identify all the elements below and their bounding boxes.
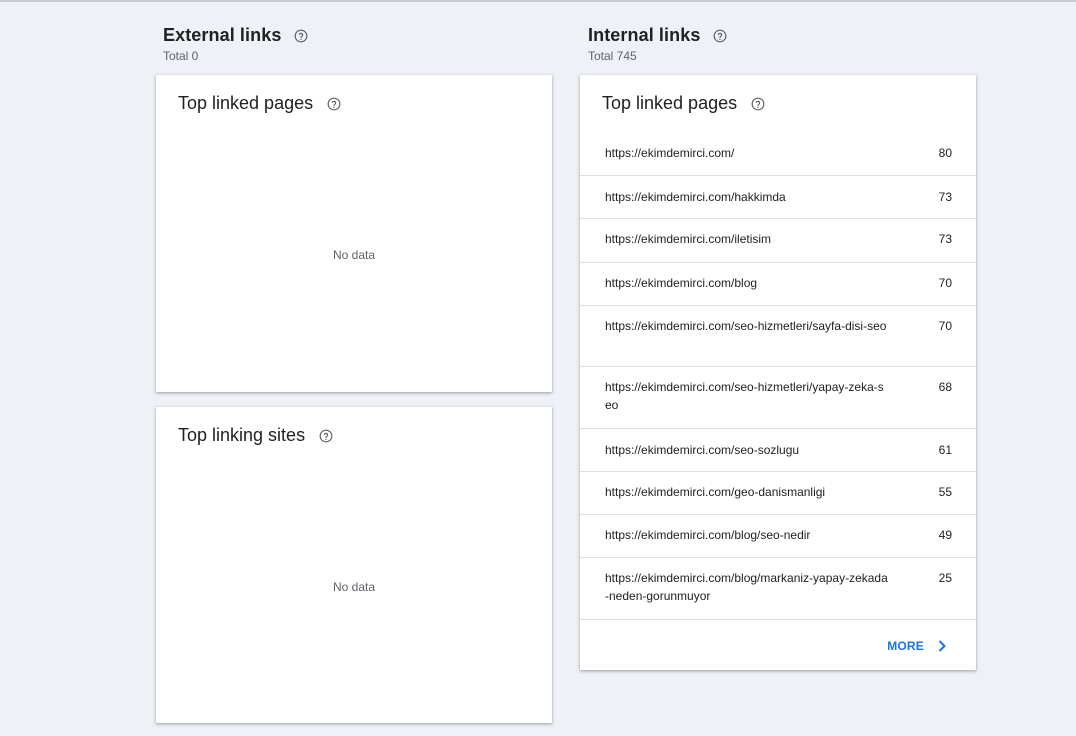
card-title: Top linked pages <box>178 93 314 113</box>
link-count: 70 <box>938 276 952 290</box>
internal-top-linked-pages-card: Top linked pages https://ekimdemirci.com… <box>580 75 976 670</box>
link-count: 80 <box>938 146 952 160</box>
page-url: https://ekimdemirci.com/seo-hizmetleri/s… <box>605 319 887 333</box>
no-data-message: No data <box>332 580 376 594</box>
page-url: https://ekimdemirci.com/blog/markaniz-ya… <box>605 571 888 603</box>
help-icon[interactable] <box>294 29 308 43</box>
link-count: 49 <box>938 528 952 542</box>
link-count: 25 <box>938 571 952 585</box>
table-row[interactable]: https://ekimdemirci.com/ 80 <box>580 132 976 176</box>
link-count: 55 <box>938 485 952 499</box>
table-row[interactable]: https://ekimdemirci.com/seo-sozlugu 61 <box>580 429 976 472</box>
help-icon[interactable] <box>319 429 333 443</box>
more-button[interactable]: MORE <box>887 639 948 653</box>
card-title: Top linking sites <box>178 425 306 445</box>
chevron-right-icon <box>936 639 948 653</box>
link-count: 68 <box>938 380 952 394</box>
card-header: Top linked pages <box>602 93 765 114</box>
link-count: 73 <box>938 232 952 246</box>
top-divider <box>0 0 1076 2</box>
table-row[interactable]: https://ekimdemirci.com/iletisim 73 <box>580 219 976 263</box>
help-icon[interactable] <box>751 97 765 111</box>
table-row[interactable]: https://ekimdemirci.com/geo-danismanligi… <box>580 472 976 515</box>
internal-links-total: Total 745 <box>588 49 637 63</box>
page-url: https://ekimdemirci.com/ <box>605 146 735 160</box>
table-row[interactable]: https://ekimdemirci.com/seo-hizmetleri/y… <box>580 367 976 429</box>
page-url: https://ekimdemirci.com/blog <box>605 276 758 290</box>
page-url: https://ekimdemirci.com/blog/seo-nedir <box>605 528 811 542</box>
table-row[interactable]: https://ekimdemirci.com/blog 70 <box>580 263 976 306</box>
page-url: https://ekimdemirci.com/seo-sozlugu <box>605 443 800 457</box>
card-header: Top linked pages <box>178 93 341 114</box>
table-row[interactable]: https://ekimdemirci.com/blog/seo-nedir 4… <box>580 515 976 558</box>
card-title: Top linked pages <box>602 93 738 113</box>
help-icon[interactable] <box>327 97 341 111</box>
external-links-total: Total 0 <box>163 49 199 63</box>
page-url: https://ekimdemirci.com/seo-hizmetleri/y… <box>605 380 884 412</box>
external-top-linking-sites-card: Top linking sites No data <box>156 407 552 723</box>
card-header: Top linking sites <box>178 425 333 446</box>
internal-links-title: Internal links <box>588 25 701 45</box>
external-top-linked-pages-card: Top linked pages No data <box>156 75 552 392</box>
no-data-message: No data <box>332 248 376 262</box>
table-row[interactable]: https://ekimdemirci.com/blog/markaniz-ya… <box>580 558 976 620</box>
link-count: 61 <box>938 443 952 457</box>
page-url: https://ekimdemirci.com/geo-danismanligi <box>605 485 826 499</box>
link-count: 73 <box>938 190 952 204</box>
link-count: 70 <box>938 319 952 333</box>
more-label: MORE <box>887 639 924 653</box>
page-url: https://ekimdemirci.com/iletisim <box>605 232 772 246</box>
help-icon[interactable] <box>713 29 727 43</box>
external-links-header: External links Total 0 <box>163 25 308 63</box>
page-url: https://ekimdemirci.com/hakkimda <box>605 190 786 204</box>
internal-links-header: Internal links Total 745 <box>588 25 727 63</box>
external-links-title: External links <box>163 25 282 45</box>
table-row[interactable]: https://ekimdemirci.com/hakkimda 73 <box>580 176 976 219</box>
table-row[interactable]: https://ekimdemirci.com/seo-hizmetleri/s… <box>580 306 976 367</box>
